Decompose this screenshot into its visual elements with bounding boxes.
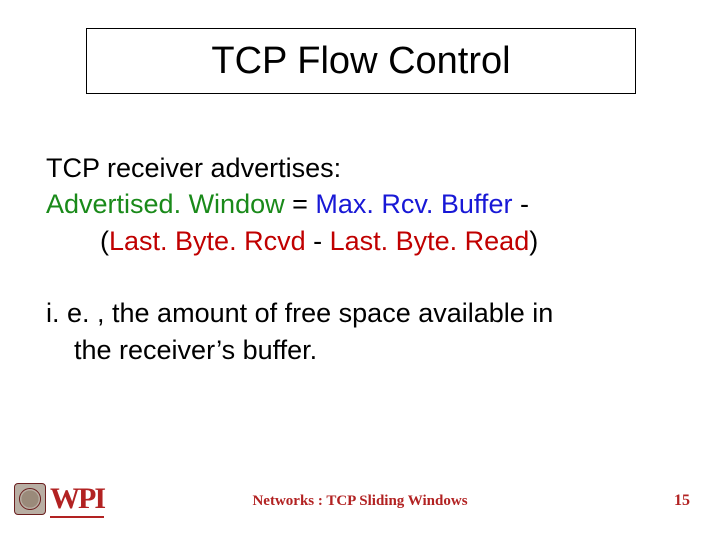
body-line-5: the receiver’s buffer. [46,332,676,368]
footer-caption: Networks : TCP Sliding Windows [0,493,720,510]
slide-title: TCP Flow Control [211,40,510,83]
body-line-5-text: the receiver’s buffer. [74,335,317,365]
term-max-rcv-buffer: Max. Rcv. Buffer [315,189,512,219]
term-last-byte-rcvd: Last. Byte. Rcvd [109,226,306,256]
equals-sign: = [285,189,316,219]
term-last-byte-read: Last. Byte. Read [330,226,530,256]
slide-body: TCP receiver advertises: Advertised. Win… [46,150,676,368]
term-advertised-window: Advertised. Window [46,189,285,219]
body-line-3: (Last. Byte. Rcvd - Last. Byte. Read) [46,223,676,259]
slide-title-box: TCP Flow Control [86,28,636,94]
minus-trailing: - [512,189,529,219]
paren-close: ) [529,226,538,256]
slide-footer: WPI Networks : TCP Sliding Windows 15 [0,476,720,516]
page-number: 15 [674,492,690,510]
body-line-4: i. e. , the amount of free space availab… [46,295,676,331]
body-line-1: TCP receiver advertises: [46,150,676,186]
body-line-2: Advertised. Window = Max. Rcv. Buffer - [46,186,676,222]
gap-spacer [46,259,676,295]
minus-middle: - [306,226,330,256]
paren-open: ( [100,226,109,256]
